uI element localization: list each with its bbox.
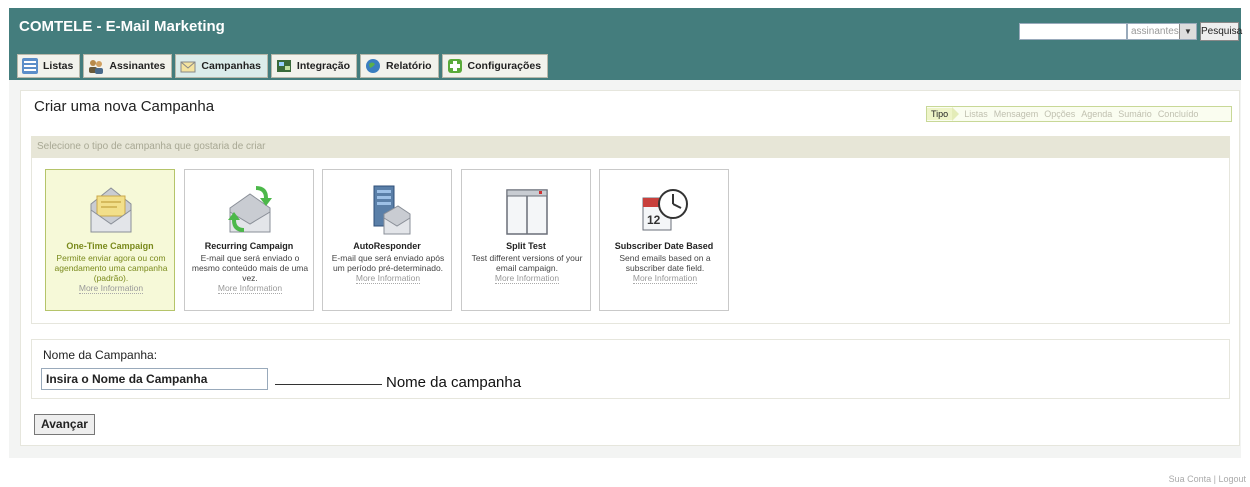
annotation-line <box>275 384 382 385</box>
envelope-icon <box>180 58 196 74</box>
card-description: E-mail que será enviado após um período … <box>329 253 447 284</box>
integration-icon <box>276 58 292 74</box>
tab-label: Relatório <box>386 60 432 72</box>
annotation-label: Nome da campanha <box>386 374 522 391</box>
tab-listas[interactable]: Listas <box>17 54 81 78</box>
card-title: Subscriber Date Based <box>614 241 714 251</box>
step-concluido: Concluído <box>1157 109 1199 119</box>
card-description: Test different versions of your email ca… <box>468 253 586 284</box>
wizard-steps: Tipo Listas Mensagem Opções Agenda Sumár… <box>926 106 1232 122</box>
next-button[interactable]: Avançar <box>34 414 95 435</box>
settings-icon <box>447 58 463 74</box>
campaign-name-label: Nome da Campanha: <box>43 348 158 362</box>
more-information-link[interactable]: More Information <box>217 283 283 294</box>
tab-relatorio[interactable]: Relatório <box>360 54 439 78</box>
select-type-bar: Selecione o tipo de campanha que gostari… <box>31 136 1230 158</box>
campaign-type-split-test[interactable]: Split Test Test different versions of yo… <box>461 169 591 311</box>
split-window-icon <box>503 180 551 238</box>
more-information-link[interactable]: More Information <box>494 273 560 284</box>
logout-link[interactable]: Logout <box>1218 474 1246 484</box>
card-desc-text: E-mail que será enviado o mesmo conteúdo… <box>191 253 309 283</box>
search-button[interactable]: Pesquisa <box>1200 22 1242 41</box>
lists-icon <box>22 58 38 74</box>
more-information-link[interactable]: More Information <box>632 273 698 284</box>
search-scope-label: assinantes <box>1131 26 1179 37</box>
account-link[interactable]: Sua Conta <box>1169 474 1212 484</box>
card-desc-text: Permite enviar agora ou com agendamento … <box>54 253 168 283</box>
campaign-type-one-time[interactable]: One-Time Campaign Permite enviar agora o… <box>45 169 175 311</box>
tab-integracao[interactable]: Integração <box>270 54 358 78</box>
step-mensagem: Mensagem <box>993 109 1039 119</box>
campaign-type-recurring[interactable]: Recurring Campaign E-mail que será envia… <box>184 169 314 311</box>
app-title: COMTELE - E-Mail Marketing <box>19 18 225 35</box>
tab-assinantes[interactable]: Assinantes <box>83 54 173 78</box>
campaign-type-autoresponder[interactable]: AutoResponder E-mail que será enviado ap… <box>322 169 452 311</box>
card-description: E-mail que será enviado o mesmo conteúdo… <box>191 253 309 294</box>
recurring-envelope-icon <box>226 180 274 238</box>
svg-text:12: 12 <box>647 213 661 227</box>
tab-campanhas[interactable]: Campanhas <box>175 54 268 78</box>
step-opcoes: Opções <box>1044 109 1076 119</box>
step-listas: Listas <box>964 109 988 119</box>
tab-label: Campanhas <box>201 60 261 72</box>
card-description: Send emails based on a subscriber date f… <box>606 253 724 284</box>
card-desc-text: Send emails based on a subscriber date f… <box>619 253 711 273</box>
envelope-icon <box>87 180 135 238</box>
tab-label: Integração <box>296 60 351 72</box>
step-tipo: Tipo <box>927 108 953 120</box>
globe-icon <box>365 58 381 74</box>
more-information-link[interactable]: More Information <box>355 273 421 284</box>
users-icon <box>88 58 104 74</box>
campaign-type-subscriber-date[interactable]: 12 Subscriber Date Based Send emails bas… <box>599 169 729 311</box>
step-arrow-icon <box>952 107 960 121</box>
card-title: One-Time Campaign <box>66 241 154 251</box>
server-envelope-icon <box>364 180 412 238</box>
step-agenda: Agenda <box>1081 109 1113 119</box>
footer-separator: | <box>1213 474 1216 484</box>
search-scope-select[interactable]: assinantes ▼ <box>1127 23 1197 40</box>
calendar-clock-icon: 12 <box>641 180 689 238</box>
tab-configuracoes[interactable]: Configurações <box>441 54 549 78</box>
search-input[interactable] <box>1019 23 1127 40</box>
card-desc-text: Test different versions of your email ca… <box>471 253 583 273</box>
card-desc-text: E-mail que será enviado após um período … <box>331 253 445 273</box>
step-sumario: Sumário <box>1118 109 1152 119</box>
card-description: Permite enviar agora ou com agendamento … <box>52 253 170 294</box>
campaign-name-input[interactable]: Insira o Nome da Campanha <box>41 368 268 390</box>
tab-label: Assinantes <box>109 60 166 72</box>
tab-label: Listas <box>43 60 74 72</box>
card-title: Recurring Campaign <box>204 241 294 251</box>
card-title: AutoResponder <box>353 241 421 251</box>
tab-label: Configurações <box>467 60 542 72</box>
footer-links: Sua Conta | Logout <box>1169 474 1246 484</box>
page-title: Criar uma nova Campanha <box>34 98 215 115</box>
card-title: Split Test <box>506 241 546 251</box>
chevron-down-icon[interactable]: ▼ <box>1179 24 1196 39</box>
main-tabs: Listas Assinantes Campanhas Integração R… <box>17 54 549 80</box>
more-information-link[interactable]: More Information <box>78 283 144 294</box>
app-header: COMTELE - E-Mail Marketing assinantes ▼ … <box>9 8 1242 80</box>
